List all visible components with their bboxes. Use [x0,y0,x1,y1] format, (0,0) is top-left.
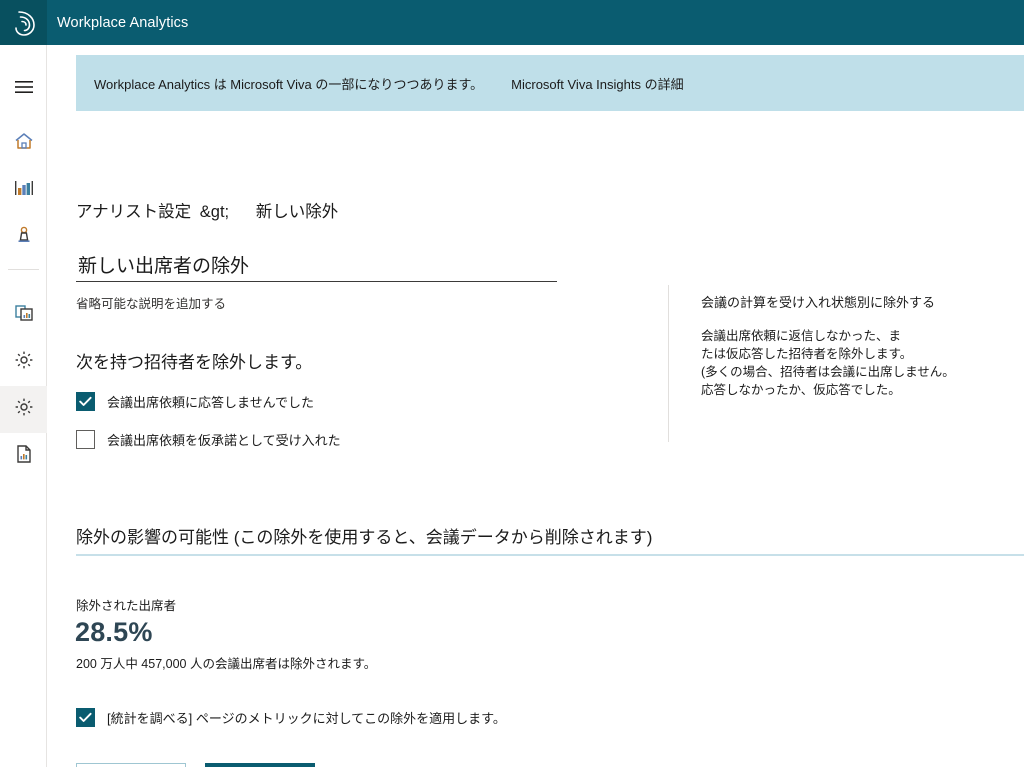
info-line: 応答しなかったか、仮応答でした。 [701,383,901,398]
plan-icon [13,224,35,251]
home-icon [13,130,35,157]
breadcrumb: アナリスト設定 &gt; 新しい除外 [76,198,338,222]
metric-label: 除外された出席者 [76,599,177,613]
breadcrumb-separator: &gt; [199,203,230,221]
checkbox-row-no-response[interactable]: 会議出席依頼に応答しませんでした [76,392,314,411]
bar-chart-icon [13,177,35,204]
info-line: (多くの場合、招待者は会議に出席しません。 [701,365,955,380]
rail-divider [7,269,39,270]
info-line: たは仮応答した招待者を除外します。 [701,347,913,362]
checkbox-row-apply-exclusion[interactable]: [統計を調べる] ページのメトリックに対してこの除外を適用します。 [76,708,506,727]
sidebar-item-data-sources[interactable] [0,292,47,339]
data-sources-icon [13,302,35,329]
info-panel-divider [668,285,669,442]
metric-subtext: 200 万人中 457,000 人の会議出席者は除外されます。 [76,657,377,671]
hamburger-menu-icon[interactable] [0,63,47,110]
viva-insights-learn-more-link[interactable]: Microsoft Viva Insights の詳細 [511,74,683,93]
metric-value: 28.5% [75,617,153,647]
breadcrumb-current: 新しい除外 [255,203,339,221]
footer-button-row: 前へ 発行 [76,763,315,767]
exclusion-title-input[interactable] [76,253,557,282]
back-button[interactable]: 前へ [76,763,186,767]
app-title: Workplace Analytics [57,14,189,31]
checkbox-tentative[interactable] [76,430,95,449]
checkbox-no-response[interactable] [76,392,95,411]
publish-button[interactable]: 発行 [205,763,315,767]
top-header-bar: Workplace Analytics [0,0,1024,45]
checkbox-label-apply-exclusion: [統計を調べる] ページのメトリックに対してこの除外を適用します。 [107,711,506,726]
viva-announcement-banner: Workplace Analytics は Microsoft Viva の一部… [76,55,1024,111]
checkbox-apply-exclusion[interactable] [76,708,95,727]
impact-section-heading: 除外の影響の可能性 (この除外を使用すると、会議データから削除されます) [76,528,653,547]
description-hint[interactable]: 省略可能な説明を追加する [76,293,226,312]
checkbox-row-tentative[interactable]: 会議出席依頼を仮承諾として受け入れた [76,430,341,449]
report-icon [13,443,35,470]
app-root: Workplace Analytics Workplace Analytics … [0,0,1024,767]
main-content: Workplace Analytics は Microsoft Viva の一部… [47,45,1024,767]
exclusion-title-field [76,253,557,282]
banner-message: Workplace Analytics は Microsoft Viva の一部… [94,76,484,92]
info-line: 会議出席依頼に返信しなかった、ま [701,329,902,343]
info-panel-body: 会議出席依頼に返信しなかった、ま たは仮応答した招待者を除外します。 (多くの場… [701,327,1001,400]
impact-section-rule [76,554,1024,556]
sidebar-item-analyst-settings[interactable] [0,386,47,433]
info-panel: 会議の計算を受け入れ状態別に除外する 会議出席依頼に返信しなかった、ま たは仮応… [701,292,1001,400]
gear-icon [13,349,35,376]
gear-icon [13,396,35,423]
sidebar-item-plans[interactable] [0,214,47,261]
info-panel-title: 会議の計算を受け入れ状態別に除外する [701,295,936,310]
breadcrumb-parent[interactable]: アナリスト設定 [76,203,191,221]
checkbox-label-no-response: 会議出席依頼に応答しませんでした [107,395,314,410]
left-navigation-rail [0,45,47,767]
sidebar-item-reports[interactable] [0,433,47,480]
sidebar-item-home[interactable] [0,120,47,167]
viva-spiral-logo-icon[interactable] [0,0,47,45]
sidebar-item-analysis[interactable] [0,167,47,214]
question-heading: 次を持つ招待者を除外します。 [76,353,313,372]
sidebar-item-settings[interactable] [0,339,47,386]
checkbox-label-tentative: 会議出席依頼を仮承諾として受け入れた [107,433,341,448]
